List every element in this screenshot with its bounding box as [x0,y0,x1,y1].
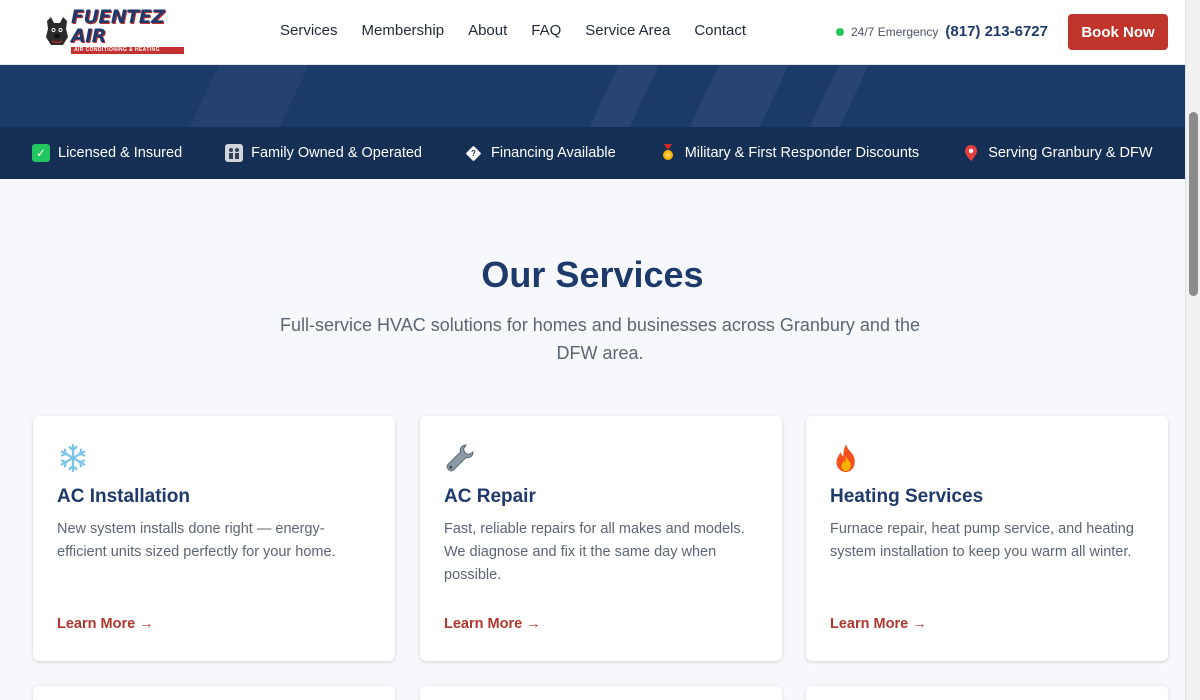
service-card-partial [806,686,1168,700]
trust-item: Serving Granbury & DFW [962,144,1153,162]
page-scrollbar[interactable] [1185,0,1200,700]
service-card-heating: Heating Services Furnace repair, heat pu… [806,416,1168,661]
learn-more-link[interactable]: Learn More → [444,616,541,632]
card-title: AC Installation [57,486,191,507]
logo-wordmark: FUENTEZ AIR [71,6,165,47]
hero-banner [0,65,1185,127]
card-description: Furnace repair, heat pump service, and h… [830,521,1134,560]
nav-membership[interactable]: Membership [362,22,445,39]
nav-about[interactable]: About [468,22,507,39]
bulldog-logo-icon [44,15,70,47]
services-subtitle: Full-service HVAC solutions for homes an… [280,315,920,363]
logo[interactable]: FUENTEZ AIR AIR CONDITIONING & HEATING [44,8,184,54]
medal-icon [659,144,677,162]
nav-service-area[interactable]: Service Area [585,22,670,39]
site-header: FUENTEZ AIR AIR CONDITIONING & HEATING S… [0,0,1185,65]
logo-tagline: AIR CONDITIONING & HEATING [71,47,184,54]
trust-bar: ✓ Licensed & Insured Family Owned & Oper… [0,127,1185,179]
emergency-label: 24/7 Emergency [851,24,939,39]
trust-item: ✓ Licensed & Insured [32,144,182,162]
card-title: AC Repair [444,486,536,507]
emergency-contact: 24/7 Emergency (817) 213-6727 [836,23,1048,40]
main-nav: Services Membership About FAQ Service Ar… [280,22,746,39]
snowflake-icon [57,442,89,474]
nav-contact[interactable]: Contact [694,22,746,39]
trust-item: ? Financing Available [465,145,616,161]
card-title: Heating Services [830,486,984,507]
scrollbar-thumb[interactable] [1189,112,1198,296]
service-card-partial [420,686,782,700]
status-dot-icon [836,27,844,36]
card-description: New system installs done right — energy-… [57,521,336,560]
financing-icon: ? [465,145,482,161]
location-pin-icon [962,144,980,162]
card-description: Fast, reliable repairs for all makes and… [444,521,745,583]
phone-link[interactable]: (817) 213-6727 [945,23,1048,40]
trust-item: Family Owned & Operated [225,144,422,162]
nav-faq[interactable]: FAQ [531,22,561,39]
book-now-button[interactable]: Book Now [1068,14,1168,50]
wrench-icon [444,442,476,474]
service-card-ac-installation: AC Installation New system installs done… [33,416,395,661]
service-card-partial [33,686,395,700]
trust-item: Military & First Responder Discounts [659,144,919,162]
nav-services[interactable]: Services [280,22,338,39]
family-icon [225,144,244,162]
service-card-ac-repair: AC Repair Fast, reliable repairs for all… [420,416,782,661]
fire-icon [830,442,862,474]
learn-more-link[interactable]: Learn More → [830,616,927,632]
check-icon: ✓ [32,144,50,162]
services-heading: Our Services [481,254,704,295]
learn-more-link[interactable]: Learn More → [57,616,154,632]
